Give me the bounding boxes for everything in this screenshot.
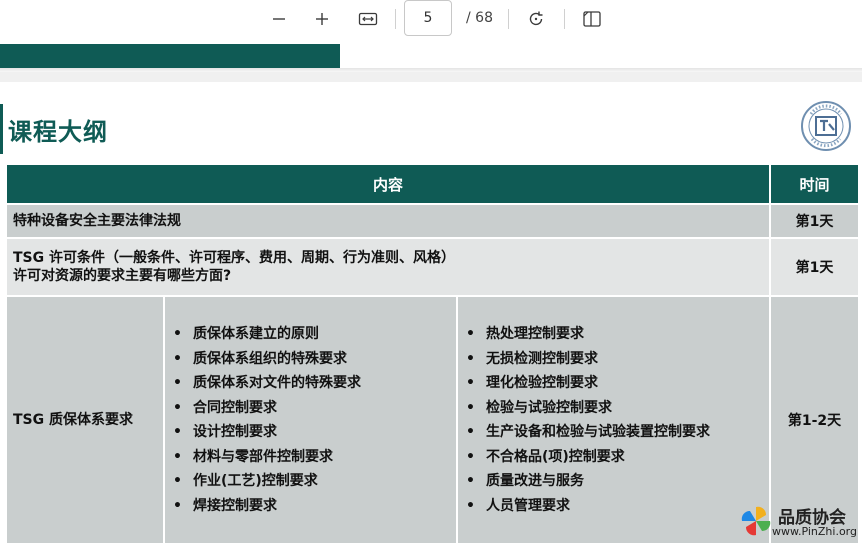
page-gap [0, 72, 862, 82]
requirements-list-left: • 质保体系建立的原则 • 质保体系组织的特殊要求 • 质保体系对文件的特殊要求 • 合同控制… [165, 322, 456, 518]
list-item: • 检验与试验控制要求 [466, 396, 769, 421]
bullet: • [173, 375, 182, 391]
bullet: • [466, 326, 475, 342]
bullet: • [466, 473, 475, 489]
requirements-list-right: • 热处理控制要求 • 无损检测控制要求 • 理化检验控制要求 • 检验与试验控制要求 • 生产设… [458, 322, 769, 518]
bullet: • [173, 350, 182, 367]
list-item: • 焊接控制要求 [173, 494, 456, 519]
title-accent-bar [0, 104, 3, 154]
list-item-text: 检验与试验控制要求 [486, 399, 612, 416]
bullet: • [173, 326, 182, 342]
list-item: • 无损检测控制要求 [466, 347, 769, 372]
table-row: TSG 许可条件（一般条件、许可程序、费用、周期、行为准则、风格） 许可对资源的… [5, 237, 860, 297]
list-item-text: 质保体系对文件的特殊要求 [193, 375, 361, 391]
slide-title: 课程大纲 [8, 118, 108, 146]
list-item-text: 人员管理要求 [486, 497, 570, 514]
list-item: • 不合格品(项)控制要求 [466, 445, 769, 470]
list-item-text: 焊接控制要求 [193, 497, 277, 514]
row-content: 特种设备安全主要法律法规 [13, 213, 181, 229]
table-row: TSG 质保体系要求 • 质保体系建立的原则 • 质保体系组织的特殊要求 • 质保体系对文… [5, 295, 860, 545]
page-number-input[interactable] [404, 0, 452, 36]
bullet: • [173, 399, 182, 416]
row-content-line: TSG 许可条件（一般条件、许可程序、费用、周期、行为准则、风格） [13, 250, 455, 266]
list-item: • 理化检验控制要求 [466, 371, 769, 396]
list-item-text: 不合格品(项)控制要求 [486, 448, 625, 465]
slide-page: 课程大纲 内容 时间 特种设备安全主要法律法规 第1天 TSG 许可条件（一般条… [0, 82, 862, 545]
fit-width-icon[interactable] [356, 8, 380, 30]
list-item: • 热处理控制要求 [466, 322, 769, 347]
list-item-text: 生产设备和检验与试验装置控制要求 [486, 424, 710, 440]
list-item-text: 作业(工艺)控制要求 [193, 473, 318, 489]
bullet: • [466, 497, 475, 514]
list-item-text: 材料与零部件控制要求 [193, 448, 333, 465]
bullet: • [173, 448, 182, 465]
page-view-icon[interactable] [580, 8, 604, 30]
reading-progress-bar [0, 44, 341, 68]
toolbar-separator [508, 9, 509, 29]
list-item-text: 理化检验控制要求 [486, 375, 598, 391]
list-item: • 质量改进与服务 [466, 469, 769, 494]
list-item: • 作业(工艺)控制要求 [173, 469, 456, 494]
bullet: • [466, 424, 475, 440]
bullet: • [466, 375, 475, 391]
bullet: • [173, 473, 182, 489]
list-item-text: 质保体系组织的特殊要求 [193, 350, 347, 367]
list-item: • 人员管理要求 [466, 494, 769, 519]
list-item: • 生产设备和检验与试验装置控制要求 [466, 420, 769, 445]
list-item-text: 无损检测控制要求 [486, 350, 598, 367]
bullet: • [173, 424, 182, 440]
row-content: TSG 质保体系要求 [13, 412, 133, 428]
list-item: • 设计控制要求 [173, 420, 456, 445]
list-item-text: 质保体系建立的原则 [193, 326, 319, 342]
toolbar-separator [395, 9, 396, 29]
list-item-text: 设计控制要求 [193, 424, 277, 440]
course-outline-table: 内容 时间 特种设备安全主要法律法规 第1天 TSG 许可条件（一般条件、许可程… [5, 163, 860, 545]
list-item: • 材料与零部件控制要求 [173, 445, 456, 470]
list-item-text: 质量改进与服务 [486, 473, 584, 489]
minus-icon[interactable] [267, 8, 291, 30]
bullet: • [466, 399, 475, 416]
table-row: 特种设备安全主要法律法规 第1天 [5, 203, 860, 239]
list-item: • 质保体系组织的特殊要求 [173, 347, 456, 372]
bullet: • [466, 350, 475, 367]
rotate-icon[interactable] [524, 8, 548, 30]
page-total-label: / 68 [466, 10, 493, 26]
list-item-text: 合同控制要求 [193, 399, 277, 416]
watermark: 品质协会 www.PinZhi.org [738, 500, 860, 542]
plus-icon[interactable] [310, 8, 334, 30]
bullet: • [466, 448, 475, 465]
row-time: 第1天 [769, 203, 860, 239]
pdf-toolbar: / 68 [0, 0, 862, 40]
header-content: 内容 [5, 163, 771, 205]
header-time: 时间 [769, 163, 860, 205]
row-time: 第1天 [769, 237, 860, 297]
list-item: • 质保体系对文件的特殊要求 [173, 371, 456, 396]
toolbar-separator [564, 9, 565, 29]
watermark-url: www.PinZhi.org [772, 525, 857, 538]
pinwheel-logo-icon [741, 506, 771, 536]
association-seal-logo [801, 101, 851, 151]
list-item: • 合同控制要求 [173, 396, 456, 421]
bullet: • [173, 497, 182, 514]
list-item: • 质保体系建立的原则 [173, 322, 456, 347]
list-item-text: 热处理控制要求 [486, 326, 584, 342]
row-content-line: 许可对资源的要求主要有哪些方面? [13, 268, 232, 284]
